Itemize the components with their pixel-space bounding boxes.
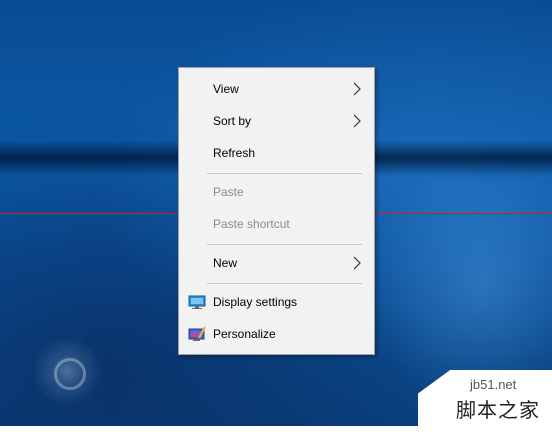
watermark-name: 脚本之家 (456, 398, 540, 422)
menu-item-label: Display settings (213, 295, 298, 309)
menu-item-label: New (213, 256, 238, 270)
menu-item-personalize[interactable]: Personalize (179, 320, 374, 348)
chevron-right-icon (353, 82, 361, 96)
desktop-context-menu: View Sort by Refresh Paste Paste shortcu… (178, 67, 375, 355)
menu-item-label: Sort by (213, 114, 252, 128)
menu-item-view[interactable]: View (179, 75, 374, 103)
menu-item-paste[interactable]: Paste (179, 178, 374, 206)
menu-item-new[interactable]: New (179, 249, 374, 277)
menu-item-paste-shortcut[interactable]: Paste shortcut (179, 210, 374, 238)
personalize-icon (188, 326, 206, 341)
monitor-icon (188, 295, 206, 309)
menu-separator (207, 283, 362, 284)
menu-item-refresh[interactable]: Refresh (179, 139, 374, 167)
site-watermark: jb51.net 脚本之家 (418, 370, 552, 426)
watermark-url: jb51.net (470, 377, 517, 392)
chevron-right-icon (353, 114, 361, 128)
menu-item-label: Personalize (213, 327, 276, 341)
menu-item-label: Refresh (213, 146, 256, 160)
menu-separator (207, 244, 362, 245)
menu-item-display-settings[interactable]: Display settings (179, 288, 374, 316)
chevron-right-icon (353, 256, 361, 270)
menu-separator (207, 173, 362, 174)
wallpaper-swirl (32, 336, 102, 406)
menu-item-label: Paste shortcut (213, 217, 290, 231)
menu-item-sort-by[interactable]: Sort by (179, 107, 374, 135)
menu-item-label: View (213, 82, 239, 96)
menu-item-label: Paste (213, 185, 244, 199)
